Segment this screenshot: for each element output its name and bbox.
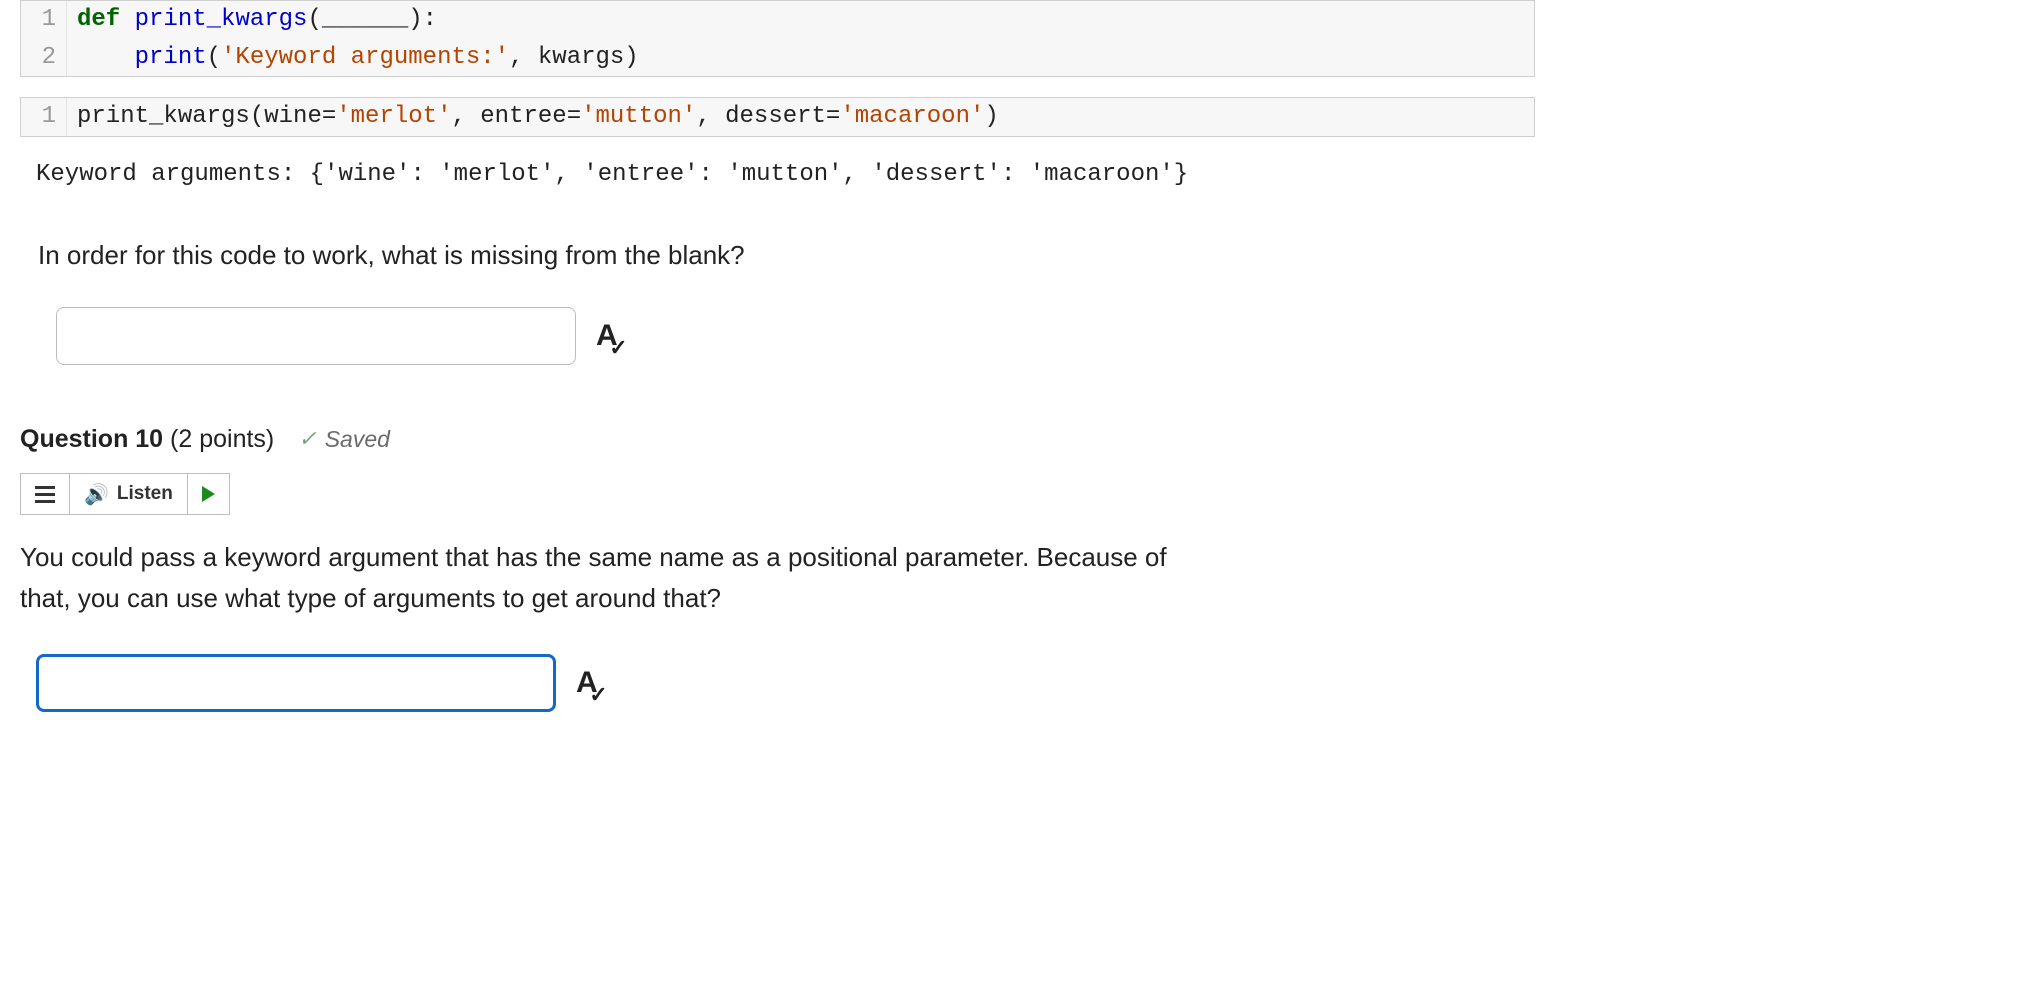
code-content: print('Keyword arguments:', kwargs) bbox=[67, 39, 639, 77]
code-output: Keyword arguments: {'wine': 'merlot', 'e… bbox=[20, 157, 1535, 216]
quiz-page: 1def print_kwargs(______):2 print('Keywo… bbox=[0, 0, 2026, 772]
code-block-1: 1def print_kwargs(______):2 print('Keywo… bbox=[20, 0, 1535, 77]
listen-label: Listen bbox=[117, 483, 173, 505]
question-10-answer-row: A✓ bbox=[20, 654, 2006, 732]
question-10-title: Question 10 (2 points) bbox=[20, 425, 274, 454]
question-9-answer-row: A✓ bbox=[20, 307, 2006, 425]
code-line: 2 print('Keyword arguments:', kwargs) bbox=[21, 39, 1534, 77]
code-line: 1print_kwargs(wine='merlot', entree='mut… bbox=[21, 98, 1534, 136]
spellcheck-icon[interactable]: A✓ bbox=[576, 668, 598, 698]
code-line: 1def print_kwargs(______): bbox=[21, 1, 1534, 39]
saved-label: Saved bbox=[325, 426, 390, 453]
code-content: def print_kwargs(______): bbox=[67, 1, 437, 39]
speaker-icon: 🔊 bbox=[84, 482, 109, 507]
line-number: 1 bbox=[21, 98, 67, 136]
question-10-header: Question 10 (2 points) ✓ Saved bbox=[20, 425, 2006, 468]
question-9-answer-input[interactable] bbox=[56, 307, 576, 365]
line-number: 1 bbox=[21, 1, 67, 39]
code-content: print_kwargs(wine='merlot', entree='mutt… bbox=[67, 98, 999, 136]
spellcheck-icon[interactable]: A✓ bbox=[596, 321, 618, 351]
listen-play-button[interactable] bbox=[188, 474, 229, 514]
check-icon: ✓ bbox=[298, 426, 316, 452]
play-icon bbox=[202, 486, 215, 502]
question-9-prompt: In order for this code to work, what is … bbox=[20, 216, 2006, 307]
saved-indicator: ✓ Saved bbox=[298, 426, 390, 453]
code-block-2: 1print_kwargs(wine='merlot', entree='mut… bbox=[20, 97, 1535, 137]
listen-toolbar: 🔊 Listen bbox=[20, 473, 230, 515]
hamburger-icon bbox=[35, 486, 55, 503]
listen-menu-button[interactable] bbox=[21, 474, 70, 514]
line-number: 2 bbox=[21, 39, 67, 77]
listen-button[interactable]: 🔊 Listen bbox=[70, 474, 188, 514]
question-10-number: Question 10 bbox=[20, 425, 163, 453]
question-10-points: (2 points) bbox=[163, 425, 274, 453]
question-10-answer-input[interactable] bbox=[36, 654, 556, 712]
question-10-prompt: You could pass a keyword argument that h… bbox=[20, 537, 1220, 654]
